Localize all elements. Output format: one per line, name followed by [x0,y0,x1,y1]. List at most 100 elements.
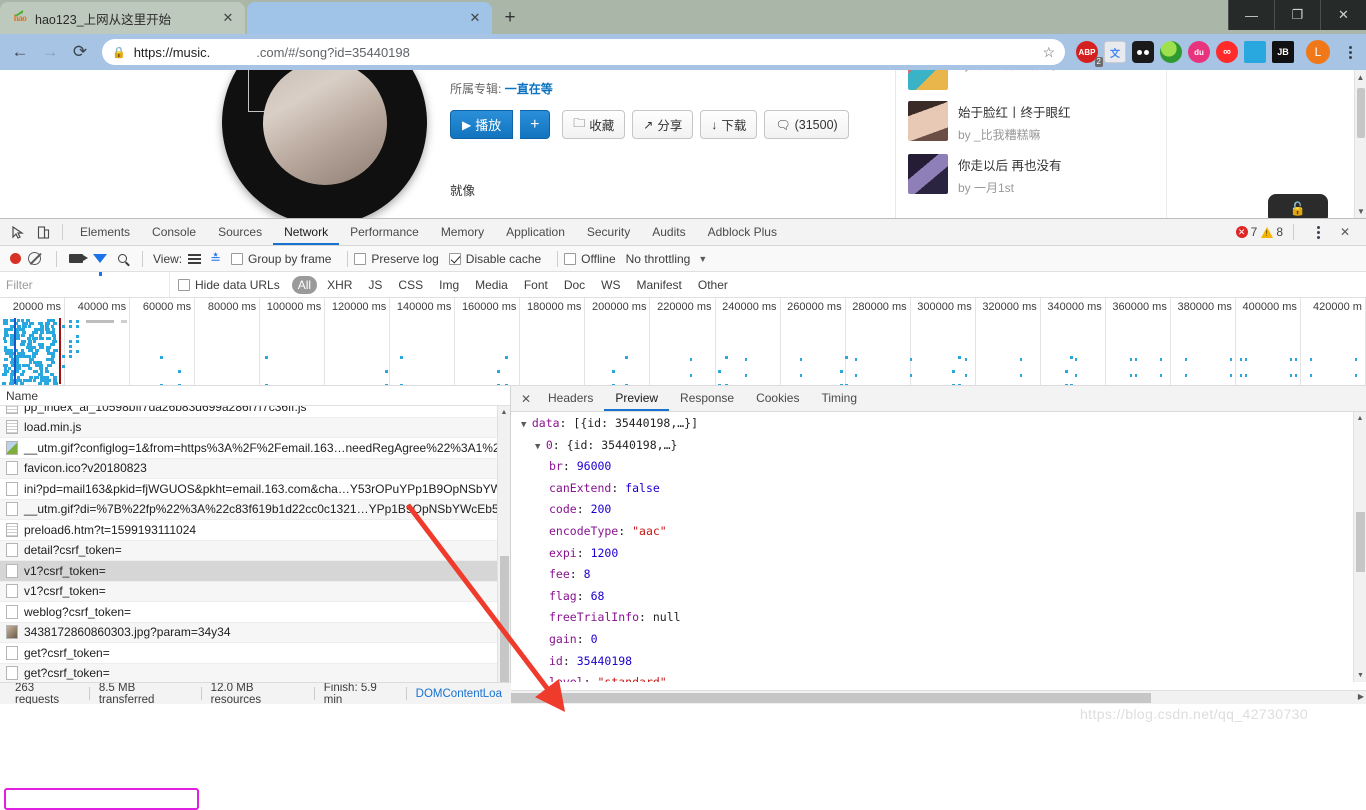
play-button[interactable]: ▶ 播放 [450,110,514,139]
kebab-menu-icon[interactable] [1340,45,1360,59]
jetbrains-extension-icon[interactable]: JB [1272,41,1294,63]
network-overview-timeline[interactable]: 20000 ms 40000 ms 60000 ms 80000 ms 100000 m… [0,298,1366,386]
filter-type-manifest[interactable]: Manifest [631,276,688,294]
close-icon[interactable]: ✕ [466,9,484,27]
column-header-name[interactable]: Name [0,386,510,406]
view-waterfall-icon[interactable]: ≛ [210,251,221,267]
add-to-playlist-button[interactable]: + [520,110,551,139]
json-line[interactable]: ▼ data: [{id: 35440198,…}] [521,414,1353,436]
error-count[interactable]: ✕ 7 [1235,225,1257,239]
reload-button[interactable]: ⟳ [66,38,94,66]
table-row[interactable]: preload6.htm?t=1599193111024 [0,520,510,541]
filter-type-all[interactable]: All [291,275,318,294]
checkbox[interactable] [448,252,461,265]
detail-tab-timing[interactable]: Timing [810,386,868,411]
eyes-extension-icon[interactable] [1132,41,1154,63]
capture-screenshots-icon[interactable] [69,254,88,263]
request-list-scrollbar[interactable]: ▲ ▼ [497,406,510,703]
filter-type-doc[interactable]: Doc [558,276,591,294]
address-bar[interactable]: 🔒 https://music. .com/#/song?id=35440198… [102,39,1065,65]
tab-console[interactable]: Console [141,219,207,245]
json-line[interactable]: id: 35440198 [521,652,1353,674]
browser-tab-hao123[interactable]: hao hao123_上网从这里开始 ✕ [0,2,245,34]
infinity-extension-icon[interactable]: ∞ [1216,41,1238,63]
table-row[interactable]: get?csrf_token= [0,643,510,664]
checkbox[interactable] [231,252,244,265]
json-preview-tree[interactable]: ▼ data: [{id: 35440198,…}] ▼ 0: {id: 3544… [511,412,1353,682]
hide-data-urls-checkbox[interactable]: Hide data URLs [178,278,280,292]
google-translate-icon[interactable]: 文 [1104,41,1126,63]
download-button[interactable]: ↓ 下载 [700,110,758,139]
detail-tab-headers[interactable]: Headers [537,386,604,411]
json-line[interactable]: canExtend: false [521,479,1353,501]
filter-type-css[interactable]: CSS [392,276,429,294]
filter-type-js[interactable]: JS [362,276,388,294]
detail-tab-cookies[interactable]: Cookies [745,386,810,411]
group-by-frame-checkbox[interactable]: Group by frame [231,252,331,266]
filter-type-other[interactable]: Other [692,276,734,294]
internet-download-manager-icon[interactable] [1160,41,1182,63]
tab-sources[interactable]: Sources [207,219,273,245]
maximize-button[interactable]: ❐ [1274,0,1320,30]
filter-type-media[interactable]: Media [469,276,514,294]
chevron-down-icon[interactable]: ▼ [698,254,707,264]
json-line[interactable]: fee: 8 [521,565,1353,587]
inspect-element-icon[interactable] [4,220,30,244]
table-row[interactable]: weblog?csrf_token= [0,602,510,623]
detail-horizontal-scrollbar[interactable]: ▶ [511,690,1366,704]
json-line[interactable]: flag: 68 [521,587,1353,609]
preserve-log-checkbox[interactable]: Preserve log [354,252,439,266]
tab-elements[interactable]: Elements [69,219,141,245]
disclosure-triangle-icon[interactable]: ▼ [521,420,532,430]
new-tab-button[interactable]: + [496,4,524,32]
filter-type-img[interactable]: Img [433,276,465,294]
detail-tab-preview[interactable]: Preview [604,386,670,411]
scroll-up-arrow[interactable]: ▲ [1354,412,1366,425]
devtools-menu-icon[interactable] [1308,225,1328,239]
warning-count[interactable]: 8 [1261,225,1283,239]
disable-cache-checkbox[interactable]: Disable cache [448,252,541,266]
tab-audits[interactable]: Audits [641,219,696,245]
forward-button[interactable]: → [36,38,64,66]
tab-application[interactable]: Application [495,219,576,245]
search-icon[interactable] [118,254,127,263]
comments-button[interactable]: 🗨 (31500) [764,110,849,139]
detail-tab-response[interactable]: Response [669,386,745,411]
scroll-down-arrow[interactable]: ▼ [1355,204,1366,218]
lock-pill-icon[interactable]: 🔓 [1268,194,1328,218]
json-line[interactable]: encodeType: "aac" [521,522,1353,544]
filter-type-font[interactable]: Font [518,276,554,294]
scroll-thumb[interactable] [1357,88,1365,138]
checkbox[interactable] [354,252,367,265]
filter-type-ws[interactable]: WS [595,276,626,294]
tab-network[interactable]: Network [273,219,340,245]
table-row[interactable]: ini?pd=mail163&pkid=fjWGUOS&pkht=email.1… [0,479,510,500]
close-window-button[interactable]: ✕ [1320,0,1366,30]
close-icon[interactable]: ✕ [219,9,237,27]
table-row[interactable]: 3438172860860303.jpg?param=34y34 [0,622,510,643]
view-list-icon[interactable] [188,253,202,264]
disclosure-triangle-icon[interactable]: ▼ [535,442,546,452]
favorite-button[interactable]: 🗀 收藏 [562,110,626,139]
record-button[interactable] [10,253,21,264]
baidu-extension-icon[interactable]: du [1188,41,1210,63]
bookmark-star-icon[interactable]: ☆ [1042,44,1055,61]
toggle-device-toolbar-icon[interactable] [30,220,56,244]
share-button[interactable]: ↗ 分享 [632,110,694,139]
detail-vertical-scrollbar[interactable]: ▲ ▼ [1353,412,1366,682]
json-line[interactable]: ▼ 0: {id: 35440198,…} [521,436,1353,458]
scroll-up-arrow[interactable]: ▲ [1355,70,1366,84]
clear-button[interactable] [28,252,41,265]
filter-input[interactable]: Filter [0,271,170,298]
table-row[interactable]: detail?csrf_token= [0,540,510,561]
back-button[interactable]: ← [6,38,34,66]
scroll-thumb[interactable] [500,556,509,686]
json-line[interactable]: gain: 0 [521,630,1353,652]
tab-security[interactable]: Security [576,219,641,245]
json-line[interactable]: code: 200 [521,500,1353,522]
avatar[interactable]: L [1306,40,1330,64]
table-row[interactable]: __utm.gif?di=%7B%22fp%22%3A%22c83f619b1d… [0,499,510,520]
list-item[interactable]: 始于脸红丨终于眼红 by _比我糟糕嘛 [908,101,1166,143]
table-row[interactable]: favicon.ico?v20180823 [0,458,510,479]
scroll-down-arrow[interactable]: ▼ [1354,669,1366,682]
